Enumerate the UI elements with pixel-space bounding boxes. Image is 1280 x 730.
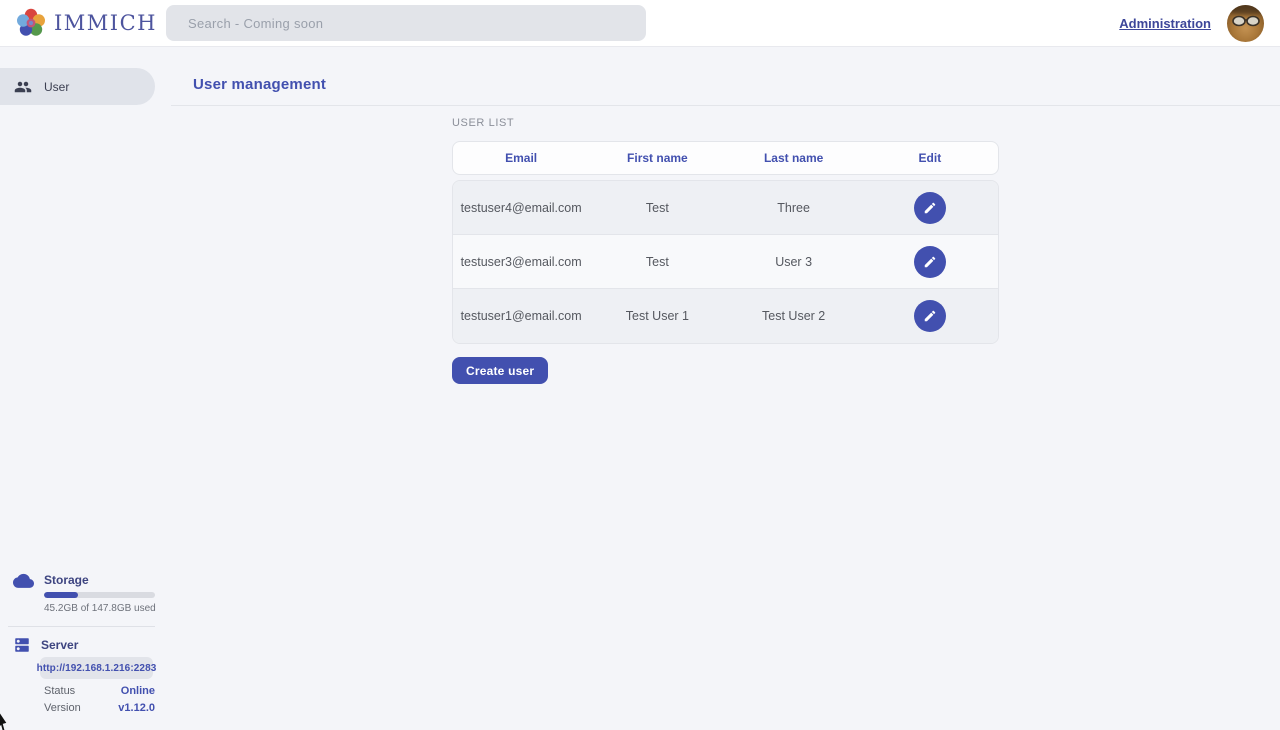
storage-panel: Storage 45.2GB of 147.8GB used	[0, 572, 166, 588]
user-first-name: Test	[589, 255, 725, 269]
user-first-name: Test User 1	[589, 309, 725, 323]
sidebar-item-user[interactable]: User	[0, 68, 155, 105]
page-title: User management	[193, 76, 326, 93]
status-value: Online	[121, 685, 155, 697]
pencil-icon	[923, 255, 937, 269]
pencil-icon	[923, 309, 937, 323]
mouse-cursor	[0, 709, 13, 730]
storage-progress-bar	[44, 592, 155, 598]
version-label: Version	[44, 702, 81, 714]
pencil-icon	[923, 201, 937, 215]
user-last-name: Test User 2	[726, 309, 862, 323]
table-row: testuser1@email.com Test User 1 Test Use…	[453, 289, 998, 343]
edit-user-button[interactable]	[914, 300, 946, 332]
server-icon	[13, 636, 31, 654]
create-user-button[interactable]: Create user	[452, 357, 548, 384]
version-value: v1.12.0	[118, 702, 155, 714]
table-row: testuser3@email.com Test User 3	[453, 235, 998, 289]
title-divider	[171, 105, 1280, 106]
user-table-body: testuser4@email.com Test Three testuser3…	[452, 180, 999, 344]
user-last-name: User 3	[726, 255, 862, 269]
edit-user-button[interactable]	[914, 192, 946, 224]
user-table-header: Email First name Last name Edit	[452, 141, 999, 175]
panel-divider	[8, 626, 155, 627]
storage-title: Storage	[44, 573, 89, 587]
sidebar-item-user-label: User	[44, 80, 69, 94]
immich-flower-icon	[14, 6, 48, 40]
user-email: testuser1@email.com	[453, 309, 589, 323]
column-header-edit: Edit	[862, 151, 998, 165]
column-header-first-name: First name	[589, 151, 725, 165]
user-avatar[interactable]	[1227, 5, 1264, 42]
server-title: Server	[41, 638, 78, 652]
app-name: IMMICH	[54, 11, 157, 35]
user-last-name: Three	[726, 201, 862, 215]
app-logo[interactable]: IMMICH	[0, 6, 166, 40]
server-panel: Server http://192.168.1.216:2283 Status …	[0, 636, 166, 654]
server-status-row: Status Online	[44, 685, 155, 697]
table-row: testuser4@email.com Test Three	[453, 181, 998, 235]
storage-usage-text: 45.2GB of 147.8GB used	[44, 603, 156, 614]
server-version-row: Version v1.12.0	[44, 702, 155, 714]
column-header-email: Email	[453, 151, 589, 165]
users-group-icon	[14, 78, 32, 96]
user-list-section-label: USER LIST	[452, 117, 514, 129]
administration-link[interactable]: Administration	[1119, 16, 1211, 31]
user-email: testuser3@email.com	[453, 255, 589, 269]
user-first-name: Test	[589, 201, 725, 215]
server-url-badge: http://192.168.1.216:2283	[40, 657, 153, 679]
cloud-icon	[13, 572, 34, 588]
glasses-on-avatar	[1231, 14, 1261, 28]
column-header-last-name: Last name	[726, 151, 862, 165]
status-label: Status	[44, 685, 75, 697]
user-email: testuser4@email.com	[453, 201, 589, 215]
top-bar: IMMICH Administration	[0, 0, 1280, 47]
storage-progress-fill	[44, 592, 78, 598]
edit-user-button[interactable]	[914, 246, 946, 278]
search-input[interactable]	[166, 5, 646, 41]
